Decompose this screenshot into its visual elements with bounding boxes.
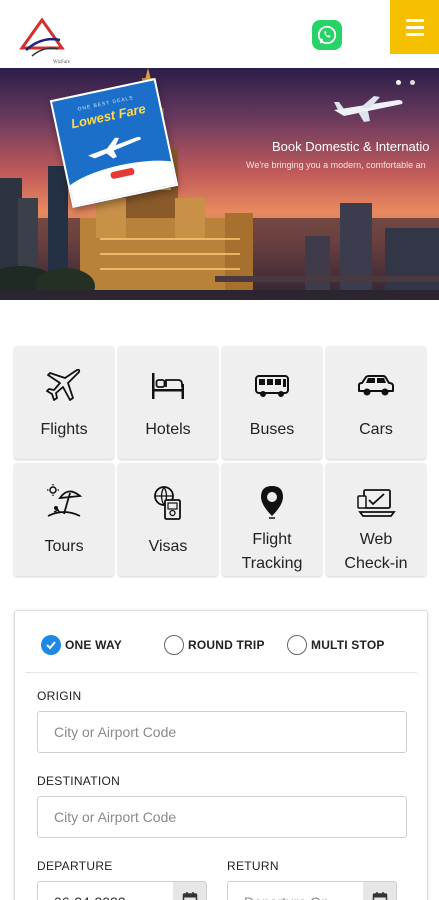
hamburger-menu-icon xyxy=(405,32,424,36)
banner-title: Book Domestic & Internatio xyxy=(272,139,430,154)
whatsapp-icon xyxy=(317,25,337,45)
service-tile-visas[interactable]: Visas xyxy=(118,463,218,576)
service-label: Cars xyxy=(359,421,393,438)
origin-label: ORIGIN xyxy=(37,689,82,703)
service-label-line-1: Flight xyxy=(252,531,292,548)
departure-calendar-button[interactable] xyxy=(173,881,207,900)
service-label: Web Check-in xyxy=(344,528,407,576)
airplane-icon xyxy=(46,368,81,401)
radio-unchecked-icon[interactable] xyxy=(164,635,184,655)
lowest-fare-promo-card[interactable]: ONE BEST DEALS Lowest Fare xyxy=(49,77,179,209)
service-label-line-1: Web xyxy=(359,531,393,548)
form-divider xyxy=(25,672,417,673)
logo-mark-icon xyxy=(19,17,65,57)
laptop-checkin-icon xyxy=(357,488,396,517)
bed-icon xyxy=(152,373,184,399)
service-label-line-2: Check-in xyxy=(344,555,408,572)
return-date-input[interactable] xyxy=(227,881,365,900)
hamburger-menu-icon xyxy=(405,25,424,29)
trip-option-round-trip[interactable]: ROUND TRIP xyxy=(164,635,265,655)
trip-option-multi-stop[interactable]: MULTI STOP xyxy=(287,635,385,655)
origin-input[interactable] xyxy=(37,711,407,753)
service-tile-tours[interactable]: Tours xyxy=(14,463,114,576)
banner-subtitle: We're bringing you a modern, comfortable… xyxy=(246,160,426,170)
departure-label: DEPARTURE xyxy=(37,859,113,873)
bus-icon xyxy=(255,375,289,397)
whatsapp-button[interactable] xyxy=(312,20,342,50)
menu-button[interactable] xyxy=(390,0,439,54)
trip-option-label: ONE WAY xyxy=(65,638,122,652)
service-label: Buses xyxy=(249,421,295,438)
service-label-line-2: Tracking xyxy=(241,555,303,572)
calendar-icon xyxy=(372,892,387,900)
service-label: Flights xyxy=(40,421,88,438)
departure-date-input[interactable] xyxy=(37,881,175,900)
flight-search-form: ONE WAY ROUND TRIP MULTI STOP ORIGIN DES… xyxy=(14,610,428,900)
service-label: Flight Tracking xyxy=(242,528,303,576)
beach-umbrella-icon xyxy=(47,484,83,517)
hamburger-menu-icon xyxy=(405,18,424,22)
app-header: WizFare xyxy=(0,0,439,68)
destination-label: DESTINATION xyxy=(37,774,121,788)
carousel-dot-2[interactable] xyxy=(410,80,415,85)
wizfare-logo[interactable]: WizFare xyxy=(18,16,70,65)
trip-option-one-way[interactable]: ONE WAY xyxy=(41,635,122,655)
service-tile-cars[interactable]: Cars xyxy=(326,346,426,459)
calendar-icon xyxy=(182,892,197,900)
service-tile-buses[interactable]: Buses xyxy=(222,346,322,459)
carousel-dot-1[interactable] xyxy=(396,80,401,85)
service-tile-flight-tracking[interactable]: Flight Tracking xyxy=(222,463,322,576)
trip-option-label: ROUND TRIP xyxy=(188,638,265,652)
return-label: RETURN xyxy=(227,859,279,873)
service-label: Hotels xyxy=(145,421,191,438)
location-pin-icon xyxy=(261,485,283,519)
destination-input[interactable] xyxy=(37,796,407,838)
service-label: Visas xyxy=(148,538,188,555)
service-tile-web-checkin[interactable]: Web Check-in xyxy=(326,463,426,576)
return-calendar-button[interactable] xyxy=(363,881,397,900)
trip-option-label: MULTI STOP xyxy=(311,638,385,652)
hero-banner[interactable]: ONE BEST DEALS Lowest Fare Book Domestic… xyxy=(0,68,439,300)
promo-airplane-icon xyxy=(88,136,141,159)
carousel-indicators xyxy=(396,80,415,85)
radio-unchecked-icon[interactable] xyxy=(287,635,307,655)
logo-text: WizFare xyxy=(53,60,71,65)
service-tile-hotels[interactable]: Hotels xyxy=(118,346,218,459)
service-label: Tours xyxy=(44,538,84,555)
radio-checked-icon[interactable] xyxy=(41,635,61,655)
car-icon xyxy=(358,375,394,396)
service-tile-flights[interactable]: Flights xyxy=(14,346,114,459)
passport-icon xyxy=(154,486,181,520)
